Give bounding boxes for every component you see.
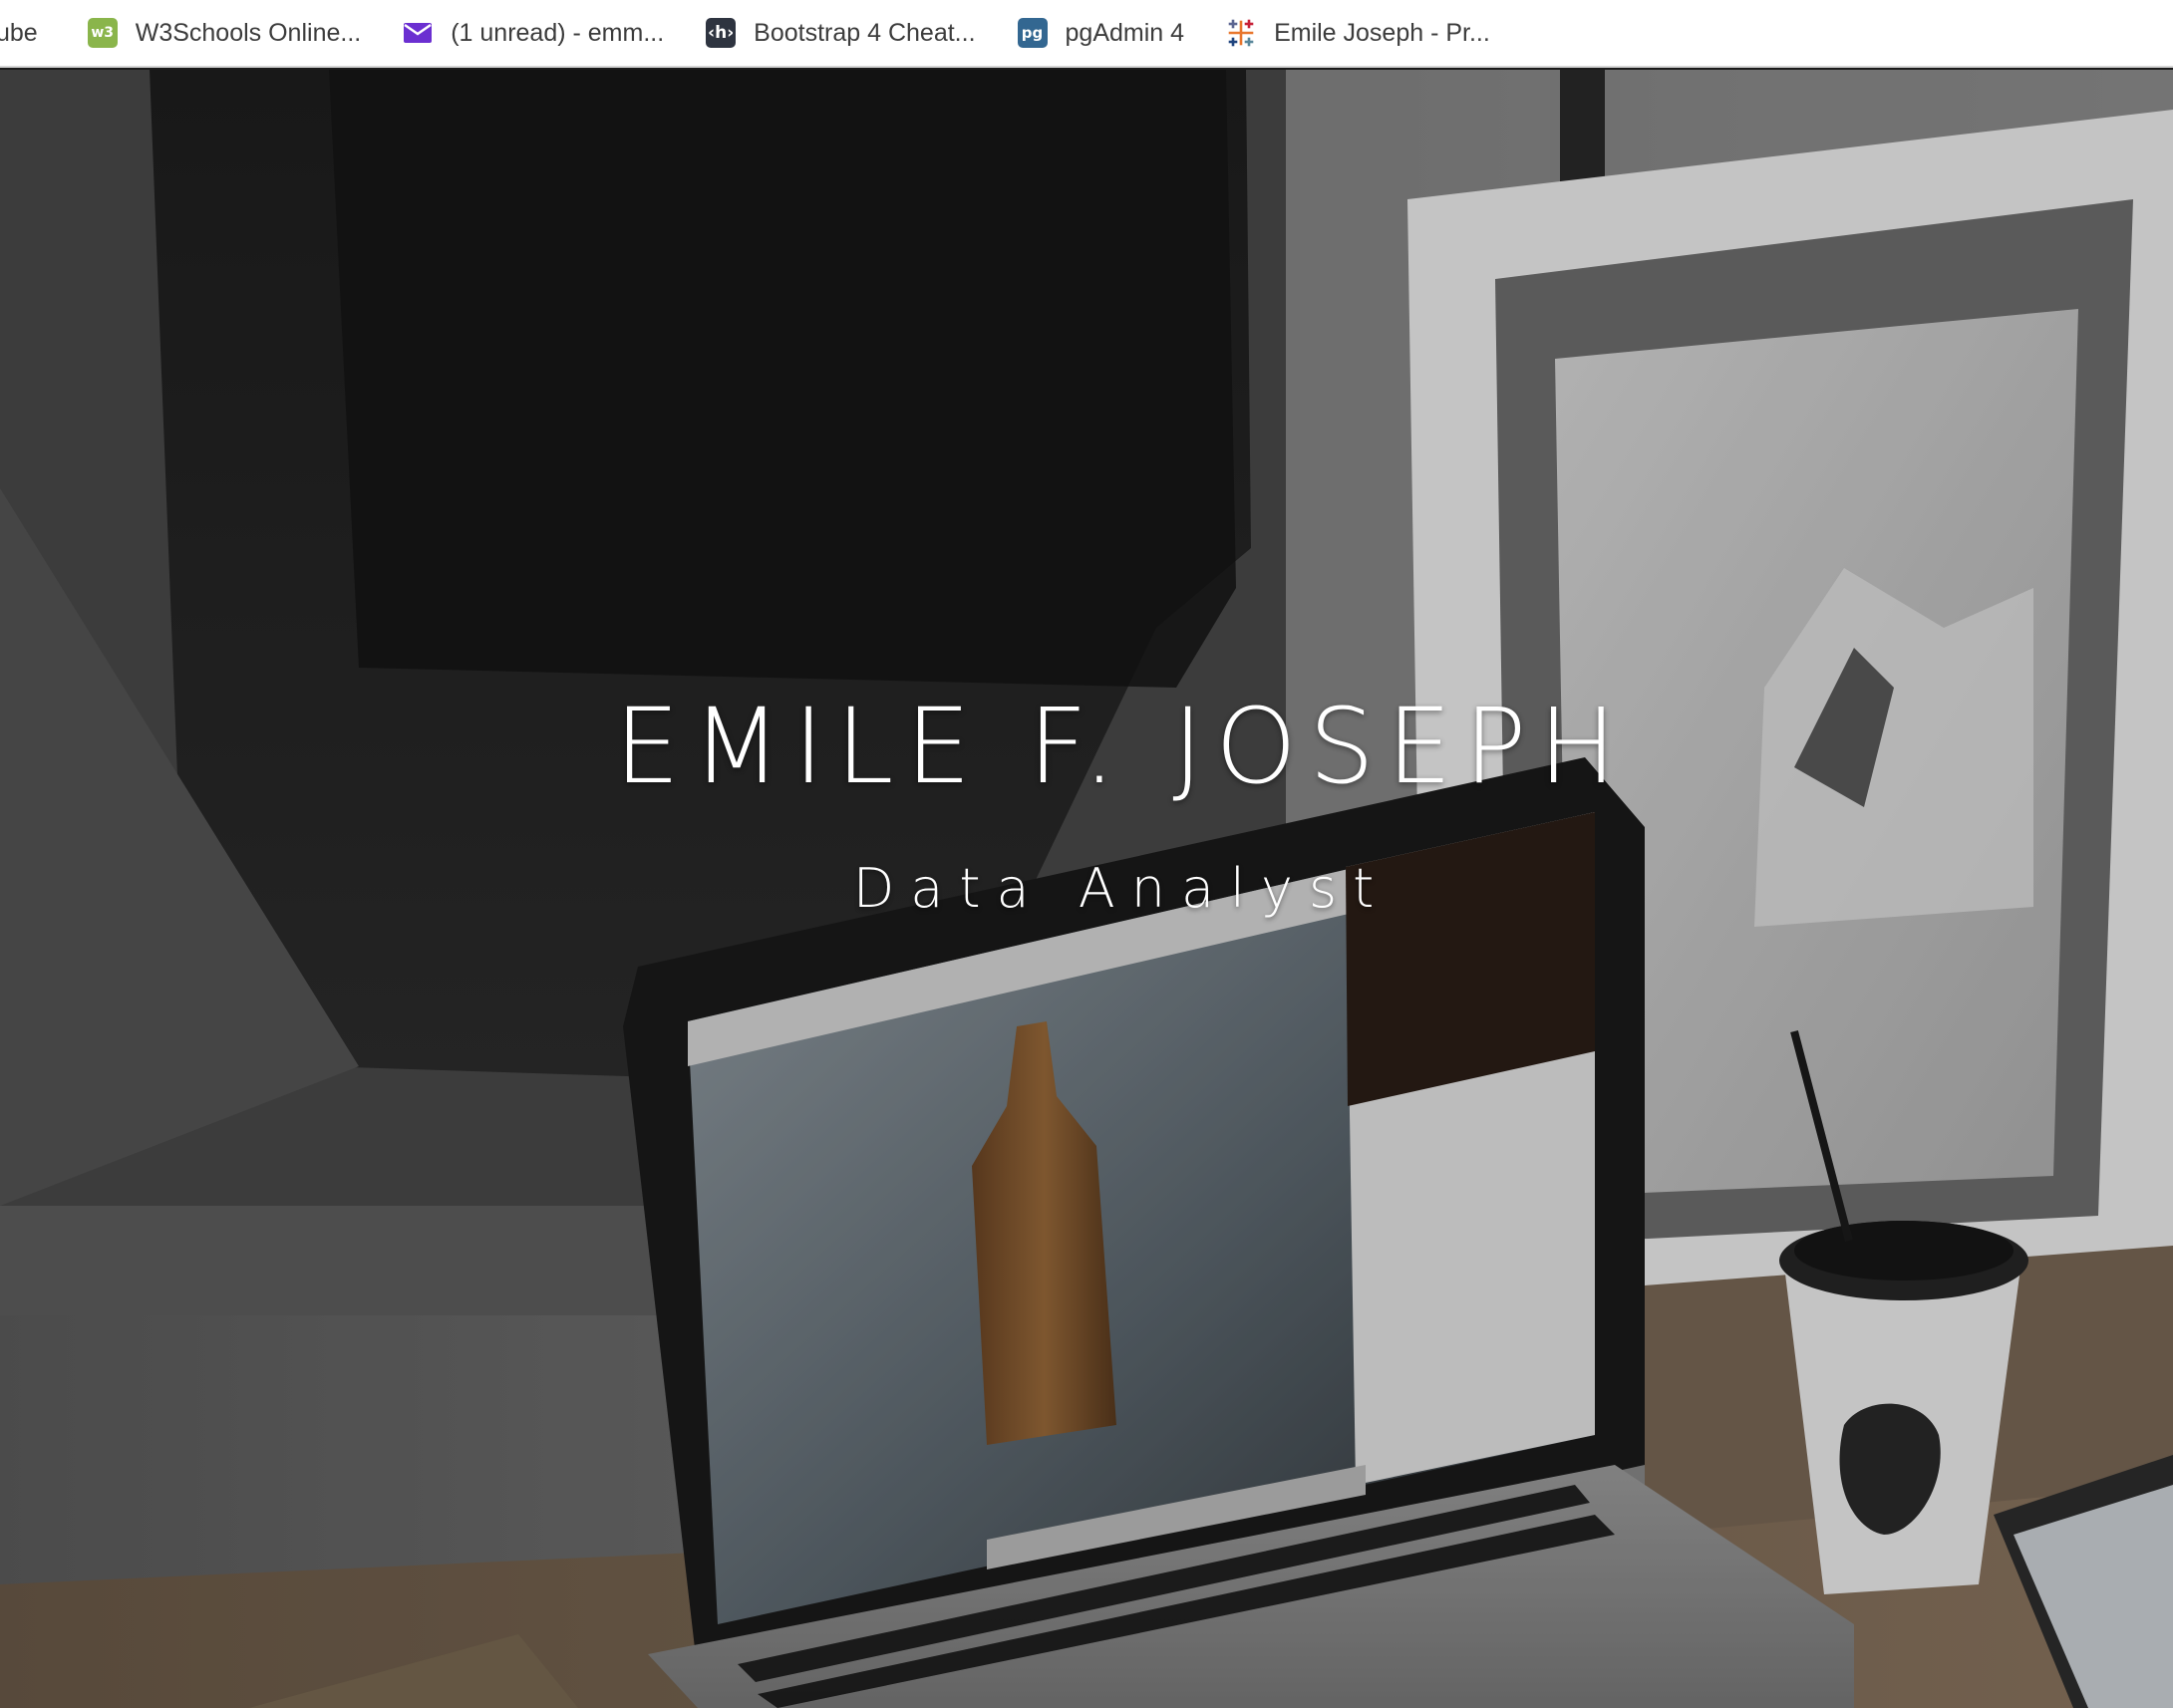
w3schools-icon: w3 [87, 18, 118, 48]
bookmark-mail[interactable]: (1 unread) - emm... [389, 7, 678, 59]
tableau-icon [1226, 18, 1256, 48]
bookmark-youtube[interactable]: ube [0, 7, 52, 59]
mail-icon [403, 18, 433, 48]
bookmark-tableau[interactable]: Emile Joseph - Pr... [1212, 7, 1504, 59]
bookmark-pgadmin[interactable]: pg pgAdmin 4 [1004, 7, 1199, 59]
bookmarks-bar: ube w3 W3Schools Online... (1 unread) - … [0, 0, 2173, 68]
bookmark-bootstrap-cheatsheet[interactable]: ‹h› Bootstrap 4 Cheat... [692, 7, 989, 59]
bookmark-label: W3Schools Online... [135, 18, 362, 47]
hackerthemes-icon: ‹h› [706, 18, 737, 48]
bookmark-label: Bootstrap 4 Cheat... [754, 18, 976, 47]
bookmark-w3schools[interactable]: w3 W3Schools Online... [74, 7, 376, 59]
bookmark-label: pgAdmin 4 [1065, 18, 1185, 47]
bookmark-label: Emile Joseph - Pr... [1274, 18, 1490, 47]
bookmark-label: ube [0, 18, 38, 47]
pgadmin-icon: pg [1017, 18, 1048, 48]
hero-section: EMILE F. JOSEPH Data Analyst [0, 70, 2173, 1708]
hero-dark-overlay [0, 70, 2173, 1708]
bookmark-label: (1 unread) - emm... [451, 18, 665, 47]
